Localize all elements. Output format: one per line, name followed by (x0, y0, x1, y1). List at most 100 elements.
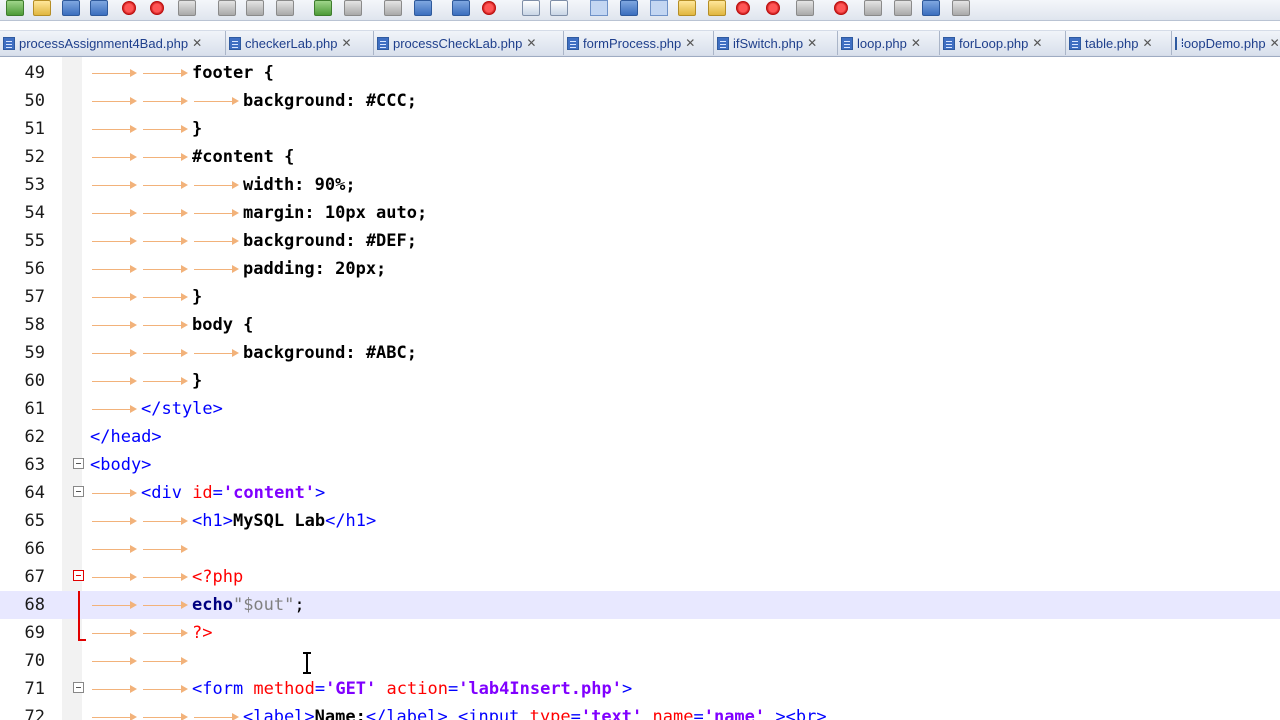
code-text[interactable]: ?> (90, 619, 212, 647)
copy-icon[interactable] (246, 0, 264, 16)
code-line[interactable]: 56 padding: 20px; (0, 255, 1280, 283)
record-macro-icon[interactable] (834, 1, 848, 15)
tab-close-icon[interactable]: ✕ (685, 36, 695, 50)
tab-8[interactable]: loopDemo.php ✕ (1172, 31, 1280, 55)
code-line[interactable]: 67 <?php (0, 563, 1280, 591)
monitoring-icon[interactable] (796, 0, 814, 16)
code-text[interactable] (90, 535, 192, 563)
code-text[interactable]: <body> (90, 451, 151, 479)
code-text[interactable]: </style> (90, 395, 223, 423)
code-text[interactable] (90, 647, 192, 675)
tab-6[interactable]: forLoop.php ✕ (940, 31, 1066, 55)
code-text[interactable]: width: 90%; (90, 171, 356, 199)
code-text[interactable]: </head> (90, 423, 162, 451)
editor[interactable]: 49 footer {50 background: #CCC; 51} 52 #conte… (0, 57, 1280, 720)
code-line[interactable]: 51} (0, 115, 1280, 143)
fold-toggle-icon[interactable] (73, 570, 84, 581)
tab-2[interactable]: processCheckLab.php ✕ (374, 31, 564, 55)
tab-close-icon[interactable]: ✕ (1270, 36, 1280, 50)
tab-3[interactable]: formProcess.php ✕ (564, 31, 714, 55)
code-text[interactable]: <label>Name:</label> <input type='text' … (90, 703, 827, 720)
word-wrap-icon[interactable] (590, 0, 608, 16)
cut-icon[interactable] (218, 0, 236, 16)
code-line[interactable]: 61 </style> (0, 395, 1280, 423)
language-icon[interactable] (678, 0, 696, 16)
save-icon[interactable] (62, 0, 80, 16)
show-all-characters-icon[interactable] (620, 0, 638, 16)
code-line[interactable]: 59 background: #ABC; (0, 339, 1280, 367)
tab-close-icon[interactable]: ✕ (342, 36, 352, 50)
code-text[interactable]: body { (90, 311, 253, 339)
code-line[interactable]: 60} (0, 367, 1280, 395)
print-icon[interactable] (178, 0, 196, 16)
run-macro-multiple-icon[interactable] (922, 0, 940, 16)
code-text[interactable]: background: #ABC; (90, 339, 417, 367)
code-line[interactable]: 66 (0, 535, 1280, 563)
code-text[interactable]: } (90, 115, 202, 143)
tab-close-icon[interactable]: ✕ (526, 36, 536, 50)
redo-icon[interactable] (344, 0, 362, 16)
code-line[interactable]: 50 background: #CCC; (0, 87, 1280, 115)
code-line[interactable]: 69 ?> (0, 619, 1280, 647)
document-map-icon[interactable] (708, 0, 726, 16)
code-line[interactable]: 72 <label>Name:</label> <input type='text… (0, 703, 1280, 720)
sync-vertical-icon[interactable] (522, 0, 540, 16)
close-all-icon[interactable] (150, 1, 164, 15)
tab-4[interactable]: ifSwitch.php ✕ (714, 31, 838, 55)
code-text[interactable]: echo"$out"; (90, 591, 305, 619)
close-icon[interactable] (122, 1, 136, 15)
undo-icon[interactable] (314, 0, 332, 16)
tab-close-icon[interactable]: ✕ (192, 36, 202, 50)
save-all-icon[interactable] (90, 0, 108, 16)
paste-icon[interactable] (276, 0, 294, 16)
open-file-icon[interactable] (33, 0, 51, 16)
code-text[interactable]: padding: 20px; (90, 255, 386, 283)
code-line[interactable]: 68 echo"$out"; (0, 591, 1280, 619)
tab-7[interactable]: table.php ✕ (1066, 31, 1172, 55)
code-text[interactable]: } (90, 283, 202, 311)
tab-5[interactable]: loop.php ✕ (838, 31, 940, 55)
code-line[interactable]: 62 </head> (0, 423, 1280, 451)
fold-toggle-icon[interactable] (73, 486, 84, 497)
tab-close-icon[interactable]: ✕ (1032, 36, 1042, 50)
code-line[interactable]: 70 (0, 647, 1280, 675)
zoom-in-icon[interactable] (452, 0, 470, 16)
code-text[interactable]: background: #DEF; (90, 227, 417, 255)
function-list-icon[interactable] (736, 1, 750, 15)
tab-1[interactable]: checkerLab.php ✕ (226, 31, 374, 55)
find-icon[interactable] (384, 0, 402, 16)
folder-as-workspace-icon[interactable] (766, 1, 780, 15)
fold-toggle-icon[interactable] (73, 682, 84, 693)
code-text[interactable]: <form method='GET' action='lab4Insert.ph… (90, 675, 632, 703)
fold-toggle-icon[interactable] (73, 458, 84, 469)
code-line[interactable]: 52 #content { (0, 143, 1280, 171)
code-line[interactable]: 63 <body> (0, 451, 1280, 479)
code-text[interactable]: } (90, 367, 202, 395)
tab-close-icon[interactable]: ✕ (1143, 36, 1153, 50)
tab-close-icon[interactable]: ✕ (911, 36, 921, 50)
sync-horizontal-icon[interactable] (550, 0, 568, 16)
code-line[interactable]: 71 <form method='GET' action='lab4Insert.… (0, 675, 1280, 703)
code-text[interactable]: <div id='content'> (90, 479, 325, 507)
stop-record-icon[interactable] (864, 0, 882, 16)
code-line[interactable]: 57} (0, 283, 1280, 311)
code-text[interactable]: footer { (90, 59, 274, 87)
new-file-icon[interactable] (6, 0, 24, 16)
code-text[interactable]: <h1>MySQL Lab</h1> (90, 507, 376, 535)
replace-icon[interactable] (414, 0, 432, 16)
save-macro-icon[interactable] (952, 0, 970, 16)
zoom-out-icon[interactable] (482, 1, 496, 15)
code-line[interactable]: 55 background: #DEF; (0, 227, 1280, 255)
playback-macro-icon[interactable] (894, 0, 912, 16)
tab-0[interactable]: processAssignment4Bad.php ✕ (0, 31, 226, 55)
code-text[interactable]: #content { (90, 143, 294, 171)
code-line[interactable]: 58 body { (0, 311, 1280, 339)
code-text[interactable]: margin: 10px auto; (90, 199, 427, 227)
code-line[interactable]: 54 margin: 10px auto; (0, 199, 1280, 227)
code-text[interactable]: background: #CCC; (90, 87, 417, 115)
code-line[interactable]: 65 <h1>MySQL Lab</h1> (0, 507, 1280, 535)
tab-close-icon[interactable]: ✕ (807, 36, 817, 50)
code-line[interactable]: 53 width: 90%; (0, 171, 1280, 199)
indent-guide-icon[interactable] (650, 0, 668, 16)
code-line[interactable]: 49 footer { (0, 59, 1280, 87)
